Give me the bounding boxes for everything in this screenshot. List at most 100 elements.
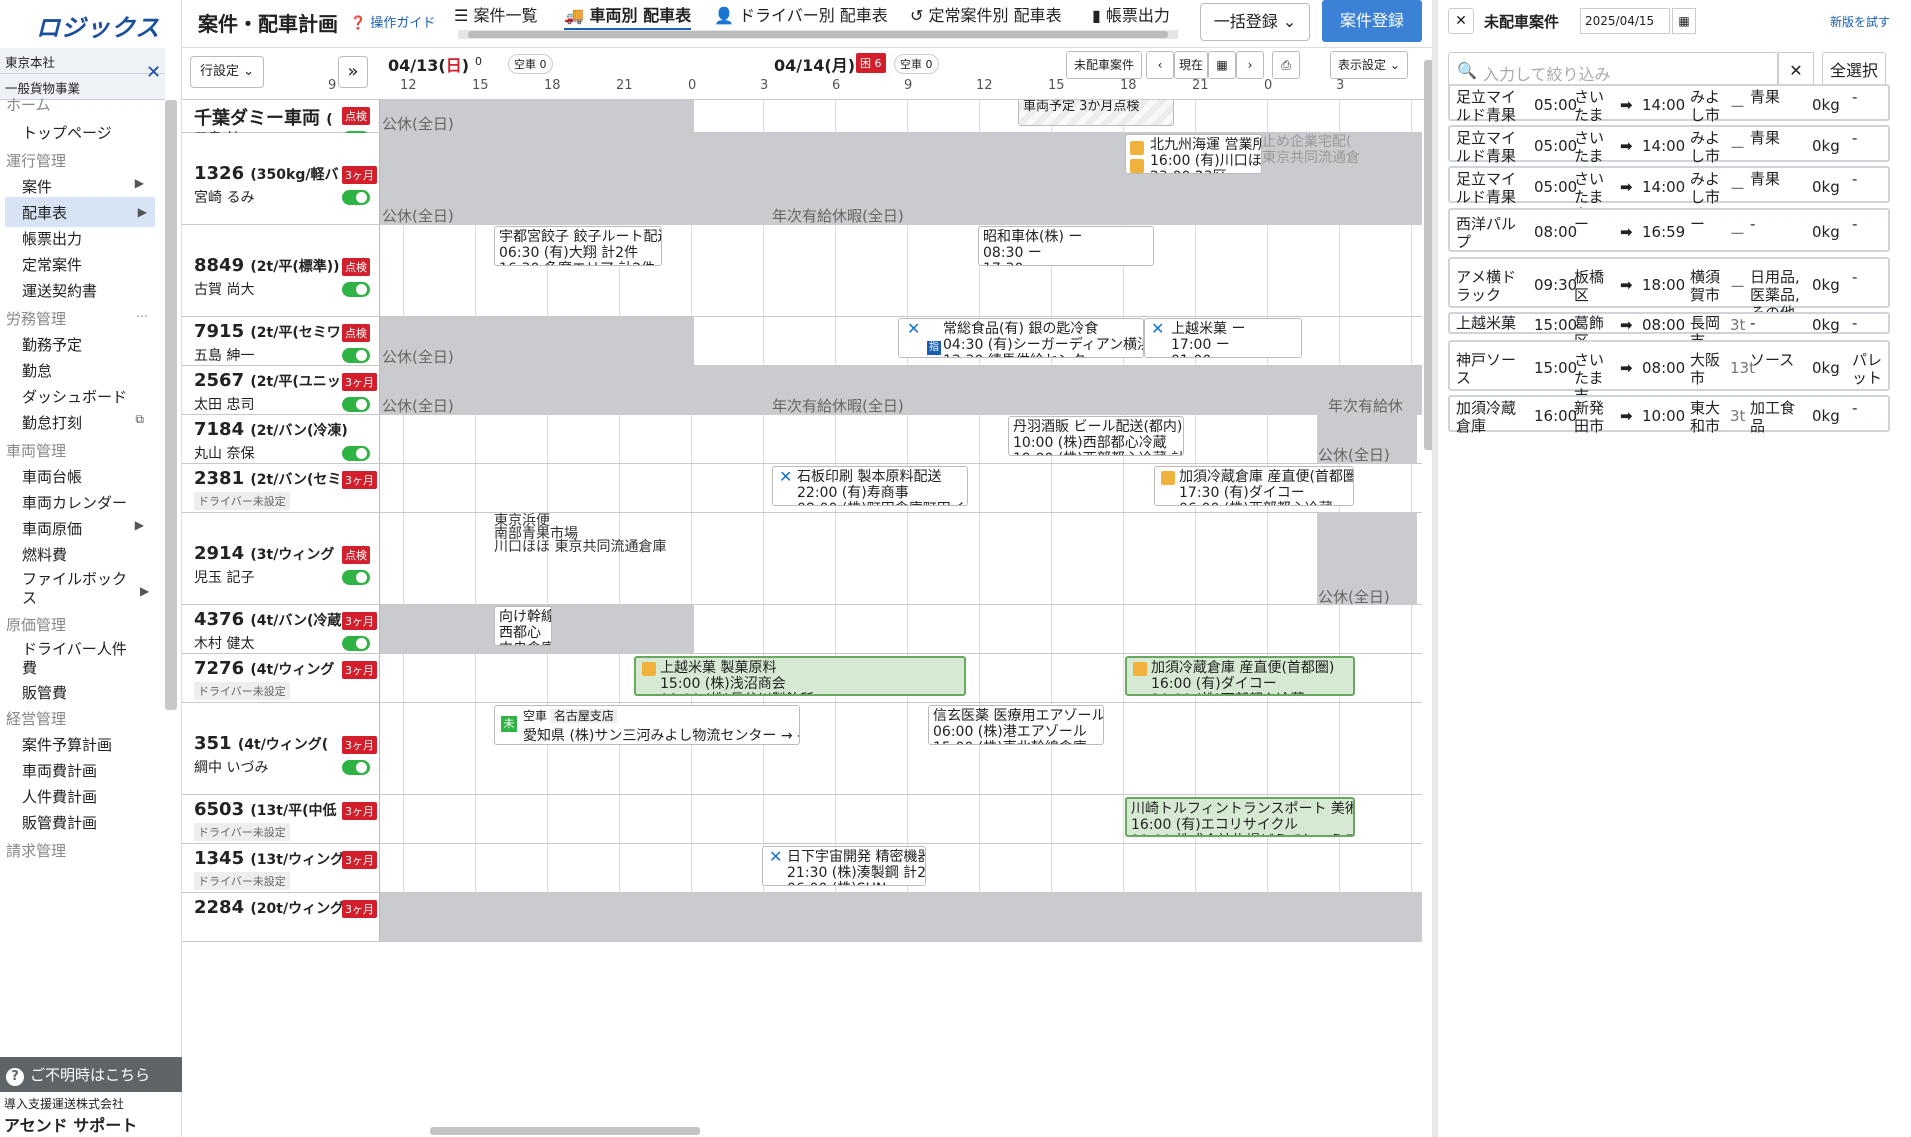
- vehicle-cell[interactable]: 7276 (4t/ウィング 3ヶ月 ドライバー未設定: [182, 654, 380, 702]
- dispatch-card[interactable]: 加須冷蔵倉庫 産直便(首都圏)16:00 (有)ダイコー10:00 (株)西部都…: [1125, 656, 1355, 696]
- status-toggle[interactable]: [342, 636, 370, 651]
- logo[interactable]: ロジックス: [36, 8, 160, 43]
- dispatch-card[interactable]: 未空車 名古屋支店 愛知県 (株)サン三河みよし物流センター → -: [494, 705, 800, 745]
- nav-fuel[interactable]: 燃料費: [22, 544, 67, 565]
- try-new-link[interactable]: 新版を試す: [1830, 13, 1890, 30]
- vehicle-cell[interactable]: 2567 (2t/平(ユニッ 3ヶ月 太田 忠司: [182, 366, 380, 414]
- vehicle-name[interactable]: 2284 (20t/ウィング: [194, 897, 348, 918]
- vehicle-name[interactable]: 7276 (4t/ウィング: [194, 658, 348, 679]
- unassigned-card[interactable]: 神戸ソース 15:00 さいたま市 ➡ 08:00 大阪市 13t ソース 0k…: [1448, 340, 1890, 405]
- vehicle-name[interactable]: 351 (4t/ウィング(: [194, 733, 348, 754]
- vehicle-cell[interactable]: 1326 (350kg/軽バ 3ヶ月 宮崎 るみ: [182, 133, 380, 224]
- vehicle-cell[interactable]: 351 (4t/ウィング( 3ヶ月 綱中 いづみ: [182, 703, 380, 794]
- vehicle-cell[interactable]: 4376 (4t/バン(冷蔵 3ヶ月 木村 健太: [182, 605, 380, 653]
- vehicle-cell[interactable]: 千葉ダミー車両 ( 点検 五島 紳一: [182, 100, 380, 147]
- nav-cases[interactable]: 案件 ▶: [22, 176, 152, 197]
- unassigned-card[interactable]: 足立マイルド青果 05:00 さいたま市 ➡ 14:00 みよし市 ー 青果 0…: [1448, 84, 1890, 142]
- status-toggle[interactable]: [342, 348, 370, 363]
- vehicle-name[interactable]: 2381 (2t/バン(セミ: [194, 468, 348, 489]
- status-toggle[interactable]: [342, 446, 370, 461]
- unassigned-card[interactable]: 西洋パルプ 08:00 ー ➡ 16:59 ー ー - 0kg -: [1448, 208, 1890, 252]
- nav-reports[interactable]: 帳票出力: [22, 228, 82, 249]
- unassigned-card[interactable]: 加須冷蔵倉庫 16:00 新発田市 ➡ 10:00 東大和市 3t 加工食品 0…: [1448, 395, 1890, 435]
- vehicle-cell[interactable]: 2381 (2t/バン(セミ 3ヶ月 ドライバー未設定: [182, 464, 380, 512]
- guide-link[interactable]: ❓ 操作ガイド: [350, 12, 435, 31]
- wrench-icon[interactable]: ✕: [146, 62, 166, 83]
- vehicle-name[interactable]: 1345 (13t/ウィング: [194, 848, 348, 869]
- close-icon[interactable]: ✕: [769, 849, 782, 865]
- branch-label[interactable]: 東京本社: [0, 48, 165, 74]
- vehicle-name[interactable]: 6503 (13t/平(中低: [194, 799, 348, 820]
- status-toggle[interactable]: [342, 760, 370, 775]
- vehicle-name[interactable]: 4376 (4t/バン(冷蔵: [194, 609, 348, 630]
- sidebar-scrollbar[interactable]: [165, 100, 177, 710]
- close-icon[interactable]: ✕: [1448, 8, 1474, 34]
- nav-calendar[interactable]: 車両カレンダー: [22, 492, 127, 513]
- register-case-button[interactable]: 案件登録: [1322, 0, 1422, 42]
- timeline[interactable]: [380, 415, 1422, 463]
- vehicle-name[interactable]: 8849 (2t/平(標準)): [194, 255, 348, 276]
- unassigned-card[interactable]: 足立マイルド青果 05:00 さいたま市 ➡ 14:00 みよし市 ー 青果 0…: [1448, 125, 1890, 183]
- vehicle-name[interactable]: 7184 (2t/バン(冷凍)): [194, 419, 348, 440]
- tab-regular-dispatch[interactable]: ↺ 定常案件別 配車表: [910, 2, 1062, 26]
- nav-top-page[interactable]: トップページ: [22, 122, 112, 143]
- tab-reports[interactable]: ▮ 帳票出力: [1092, 2, 1170, 26]
- dispatch-card[interactable]: 昭和車体(株) ー08:30 ー17:30 ー: [978, 226, 1154, 266]
- tab-driver-dispatch[interactable]: 👤 ドライバー別 配車表: [714, 2, 888, 26]
- expand-button[interactable]: »: [338, 56, 368, 88]
- now-button[interactable]: 現在: [1174, 51, 1208, 79]
- dispatch-card[interactable]: ✕ 日下宇宙開発 精密機器輸送21:30 (株)湊製鋼 計2件06:00 (株)S…: [762, 846, 926, 886]
- dispatch-card[interactable]: ✕ 石板印刷 製本原料配送22:00 (有)寿商事08:00 (株)町田倉庫町田イ…: [772, 466, 968, 506]
- display-settings-button[interactable]: 表示設定 ⌄: [1330, 51, 1408, 79]
- nav-driver-cost[interactable]: ドライバー人件費: [22, 640, 140, 678]
- nav-vehicle-cost[interactable]: 車両原価 ▶: [22, 518, 152, 539]
- unassigned-card[interactable]: アメ横ドラック 09:30 板橋区 ➡ 18:00 横須賀市 ー 日用品,医薬品…: [1448, 257, 1890, 322]
- dispatch-card[interactable]: 宇都宮餃子 餃子ルート配送06:30 (有)大翔 計2件16:30 多摩エリア …: [494, 226, 662, 266]
- nav-case-budget[interactable]: 案件予算計画: [22, 734, 112, 755]
- help-button[interactable]: ? ご不明時はこちら: [0, 1057, 182, 1092]
- dispatch-card[interactable]: 車両予定 3か月点検: [1018, 100, 1174, 126]
- vehicle-name[interactable]: 2914 (3t/ウィング: [194, 543, 348, 564]
- dispatch-card[interactable]: 加須冷蔵倉庫 産直便(首都圏17:30 (有)ダイコー06:00 (株)西部都心…: [1154, 466, 1354, 506]
- status-toggle[interactable]: [342, 190, 370, 205]
- close-icon[interactable]: ✕: [779, 469, 792, 485]
- dispatch-card[interactable]: ✕ 上越米菓 ー17:00 ー01:00 ー: [1144, 318, 1302, 358]
- row-settings-button[interactable]: 行設定 ⌄: [190, 56, 264, 88]
- date-input[interactable]: 2025/04/15: [1580, 8, 1670, 34]
- close-icon[interactable]: ✕: [1151, 321, 1164, 337]
- dispatch-card[interactable]: 丹羽酒販 ビール配送(都内)10:00 (株)西部都心冷蔵19:00 (株)西部…: [1008, 416, 1184, 456]
- user-name[interactable]: アセンド サポート: [4, 1112, 137, 1136]
- next-button[interactable]: ›: [1236, 51, 1264, 79]
- nav-contracts[interactable]: 運送契約書: [22, 280, 97, 301]
- vehicle-cell[interactable]: 1345 (13t/ウィング 3ヶ月 ドライバー未設定: [182, 844, 380, 892]
- unassigned-card[interactable]: 足立マイルド青果 05:00 さいたま市 ➡ 14:00 みよし市 ー 青果 0…: [1448, 166, 1890, 224]
- nav-filebox[interactable]: ファイルボックス: [22, 570, 132, 608]
- dispatch-card[interactable]: 信玄医薬 医療用エアゾール06:00 (株)港エアゾール15:00 (株)東北幹…: [928, 705, 1104, 745]
- vehicle-cell[interactable]: 6503 (13t/平(中低 3ヶ月 ドライバー未設定: [182, 795, 380, 843]
- nav-dashboard[interactable]: ダッシュボード: [22, 386, 127, 407]
- vehicle-cell[interactable]: 8849 (2t/平(標準)) 点検 古賀 尚大: [182, 225, 380, 316]
- unassigned-button[interactable]: 未配車案件: [1066, 51, 1142, 79]
- vehicle-name[interactable]: 7915 (2t/平(セミワ: [194, 321, 348, 342]
- dispatch-card[interactable]: ✕ 指常総食品(有) 銀の匙冷食04:30 (有)シーガーディアン横浜倉13:30…: [898, 318, 1144, 358]
- bulk-register-button[interactable]: 一括登録 ⌄: [1200, 3, 1310, 41]
- dispatch-card[interactable]: 上越米菓 製菓原料15:00 (株)浅沼商会08:00 (株)長谷川製飴所: [634, 656, 966, 696]
- nav-sga[interactable]: 販管費: [22, 682, 67, 703]
- tab-case-list[interactable]: ☰ 案件一覧: [454, 2, 537, 26]
- tab-scrollbar[interactable]: [458, 30, 1178, 39]
- nav-labor-plan[interactable]: 人件費計画: [22, 786, 97, 807]
- nav-shift[interactable]: 勤務予定: [22, 334, 82, 355]
- nav-dispatch[interactable]: 配車表 ▶: [5, 197, 155, 227]
- more-icon[interactable]: …: [136, 306, 148, 320]
- unassigned-card[interactable]: 上越米菓 15:00 葛飾区 ➡ 08:00 長岡市 3t - 0kg -: [1448, 312, 1890, 350]
- vehicle-name[interactable]: 千葉ダミー車両 (: [194, 104, 348, 130]
- nav-attendance[interactable]: 勤怠: [22, 360, 52, 381]
- close-icon[interactable]: ✕: [907, 321, 920, 337]
- dispatch-card[interactable]: 向け幹線西都心中央倉庫: [494, 606, 552, 646]
- dispatch-card[interactable]: 川崎トルフィントランスポート 美術16:00 (有)エコリサイクル11:00 株…: [1125, 797, 1355, 837]
- status-toggle[interactable]: [342, 570, 370, 585]
- vehicle-cell[interactable]: 7915 (2t/平(セミワ 点検 五島 紳一: [182, 317, 380, 365]
- prev-button[interactable]: ‹: [1146, 51, 1174, 79]
- calendar-icon[interactable]: ▦: [1208, 51, 1236, 79]
- vehicle-cell[interactable]: 2284 (20t/ウィング 3ヶ月: [182, 893, 380, 941]
